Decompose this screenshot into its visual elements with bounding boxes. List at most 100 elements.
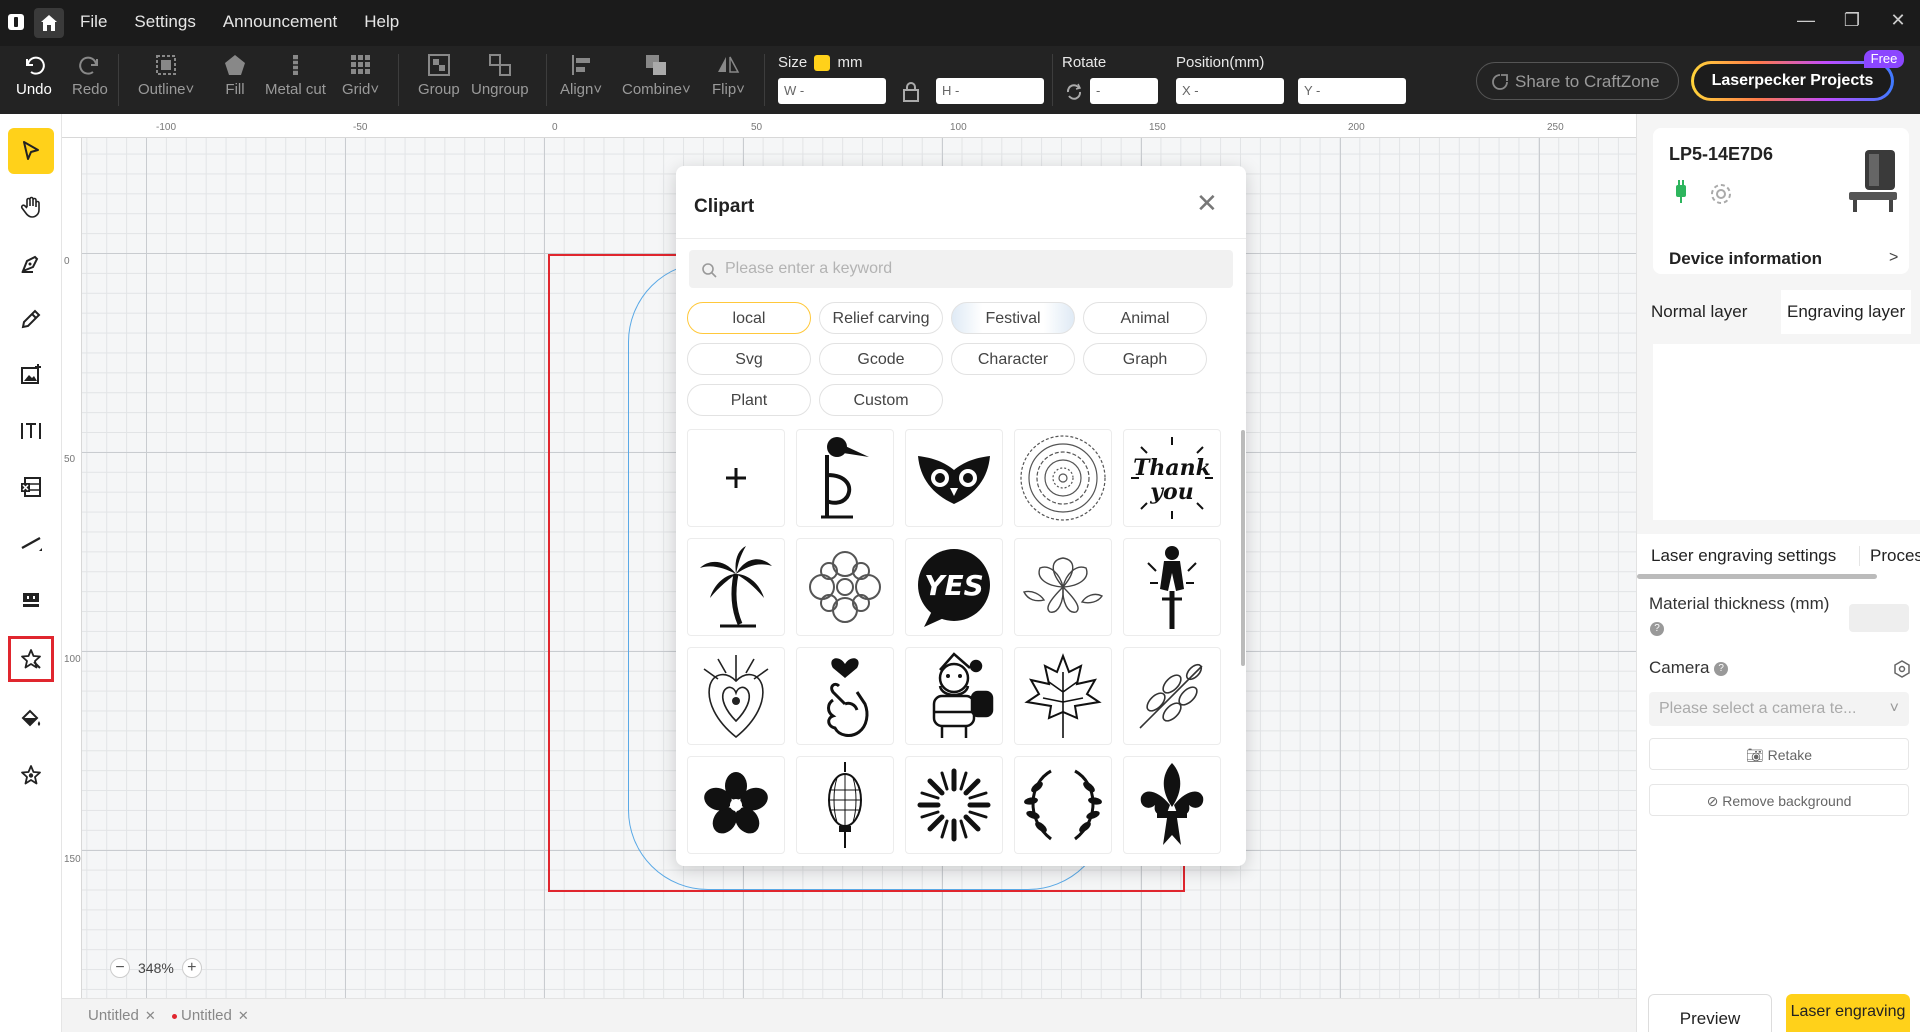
clipart-item-bird[interactable] — [796, 429, 894, 527]
close-tab-icon[interactable]: ✕ — [145, 1008, 156, 1023]
preview-button[interactable]: Preview — [1648, 994, 1772, 1032]
flip-button[interactable]: Flip˅ — [712, 52, 745, 98]
outline-button[interactable]: Outline˅ — [138, 52, 194, 98]
camera-settings-icon[interactable] — [1893, 660, 1911, 678]
ungroup-button[interactable]: Ungroup — [471, 52, 529, 98]
text-tool[interactable] — [8, 408, 54, 454]
image-tool[interactable] — [8, 352, 54, 398]
device-settings-icon[interactable] — [1709, 182, 1733, 206]
clipart-item-santa[interactable] — [905, 647, 1003, 745]
clipart-item-heart-hand[interactable] — [796, 647, 894, 745]
category-gcode[interactable]: Gcode — [819, 343, 943, 375]
close-icon[interactable]: ✕ — [1196, 188, 1218, 219]
metal-cut-label: Metal cut — [265, 81, 326, 98]
clipart-item-owl[interactable] — [905, 429, 1003, 527]
clipart-item-cyclist[interactable] — [1123, 538, 1221, 636]
line-tool[interactable] — [8, 520, 54, 566]
unit-toggle-icon[interactable] — [814, 55, 831, 72]
clipart-item-blossom[interactable] — [687, 756, 785, 854]
clipart-item-burst[interactable] — [905, 756, 1003, 854]
zoom-out-button[interactable]: − — [110, 958, 130, 978]
clipart-item-fleur-de-lis[interactable] — [1123, 756, 1221, 854]
device-information-link[interactable]: Device information — [1669, 249, 1822, 269]
category-character[interactable]: Character — [951, 343, 1075, 375]
menu-help[interactable]: Help — [364, 12, 399, 32]
category-plant[interactable]: Plant — [687, 384, 811, 416]
laser-engraving-button[interactable]: Laser engraving — [1786, 994, 1910, 1032]
yes-text: YES — [924, 569, 984, 602]
layer-list — [1653, 344, 1920, 520]
clipart-item-ornament[interactable] — [796, 538, 894, 636]
category-graph[interactable]: Graph — [1083, 343, 1207, 375]
category-festival[interactable]: Festival — [951, 302, 1075, 334]
rotate-input[interactable]: - — [1090, 78, 1158, 104]
clipart-item-laurel-wreath[interactable] — [1014, 756, 1112, 854]
clipart-item-yes-bubble[interactable]: YES — [905, 538, 1003, 636]
rotate-icon[interactable] — [1064, 82, 1084, 102]
pen-tool[interactable] — [8, 240, 54, 286]
category-animal[interactable]: Animal — [1083, 302, 1207, 334]
tab-process[interactable]: Proces — [1859, 546, 1920, 566]
tab-laser-engraving-settings[interactable]: Laser engraving settings — [1651, 546, 1836, 566]
minimize-button[interactable]: — — [1786, 10, 1826, 31]
mandala-icon — [1020, 435, 1106, 521]
clipart-item-lantern[interactable] — [796, 756, 894, 854]
effects-tool[interactable] — [8, 752, 54, 798]
width-input[interactable]: W - — [778, 78, 886, 104]
fill-bucket-tool[interactable] — [8, 696, 54, 742]
zoom-in-button[interactable]: + — [181, 958, 202, 978]
close-tab-icon[interactable]: ✕ — [238, 1008, 249, 1023]
document-tab-active[interactable]: Untitled ✕ — [172, 1007, 249, 1024]
pan-tool[interactable] — [8, 184, 54, 230]
category-svg[interactable]: Svg — [687, 343, 811, 375]
pencil-tool[interactable] — [8, 296, 54, 342]
clipart-item-flower[interactable] — [1014, 538, 1112, 636]
clipart-item-thank-you[interactable]: Thank you — [1123, 429, 1221, 527]
clipart-item-palm-tree[interactable] — [687, 538, 785, 636]
material-thickness-input[interactable] — [1849, 604, 1909, 632]
clipart-tool[interactable] — [8, 636, 54, 682]
restore-button[interactable]: ❐ — [1832, 10, 1872, 31]
stamp-tool[interactable] — [8, 576, 54, 622]
tab-engraving-layer[interactable]: Engraving layer — [1781, 290, 1912, 334]
metal-cut-button[interactable]: Metal cut — [265, 52, 326, 98]
table-tool[interactable] — [8, 464, 54, 510]
height-input[interactable]: H - — [936, 78, 1044, 104]
category-custom[interactable]: Custom — [819, 384, 943, 416]
settings-tab-scrollbar[interactable] — [1637, 574, 1877, 579]
clipart-item-leaf-branch[interactable] — [1123, 647, 1221, 745]
camera-select[interactable]: Please select a camera te... ˅ — [1649, 692, 1909, 726]
lock-ratio-icon[interactable] — [901, 81, 921, 103]
clipart-search-input[interactable]: Please enter a keyword — [689, 250, 1233, 288]
help-icon[interactable]: ? — [1714, 661, 1729, 676]
menu-settings[interactable]: Settings — [134, 12, 195, 32]
combine-button[interactable]: Combine˅ — [622, 52, 691, 98]
menu-file[interactable]: File — [80, 12, 107, 32]
remove-background-button[interactable]: ⊘ Remove background — [1649, 784, 1909, 816]
align-button[interactable]: Align˅ — [560, 52, 602, 98]
undo-button[interactable]: Undo — [16, 52, 52, 98]
tab-normal-layer[interactable]: Normal layer — [1651, 302, 1747, 322]
grid-button[interactable]: Grid˅ — [342, 52, 379, 98]
help-icon[interactable]: ? — [1650, 622, 1664, 636]
menu-announcement[interactable]: Announcement — [223, 12, 337, 32]
share-craftzone-button[interactable]: Share to CraftZone — [1476, 62, 1679, 100]
redo-button[interactable]: Redo — [72, 52, 108, 98]
document-tab[interactable]: Untitled ✕ — [88, 1007, 156, 1024]
close-window-button[interactable]: ✕ — [1878, 10, 1918, 31]
chevron-right-icon[interactable]: > — [1889, 249, 1898, 267]
clipart-item-paisley[interactable] — [687, 647, 785, 745]
x-position-input[interactable]: X - — [1176, 78, 1284, 104]
select-tool[interactable] — [8, 128, 54, 174]
y-position-input[interactable]: Y - — [1298, 78, 1406, 104]
category-relief-carving[interactable]: Relief carving — [819, 302, 943, 334]
group-button[interactable]: Group — [418, 52, 460, 98]
dialog-scrollbar[interactable] — [1241, 430, 1245, 666]
clipart-item-mandala[interactable] — [1014, 429, 1112, 527]
retake-button[interactable]: 📷︎ Retake — [1649, 738, 1909, 770]
home-button[interactable] — [34, 8, 64, 38]
clipart-item-maple-leaf[interactable] — [1014, 647, 1112, 745]
add-clipart-button[interactable] — [687, 429, 785, 527]
fill-button[interactable]: Fill — [222, 52, 248, 98]
category-local[interactable]: local — [687, 302, 811, 334]
